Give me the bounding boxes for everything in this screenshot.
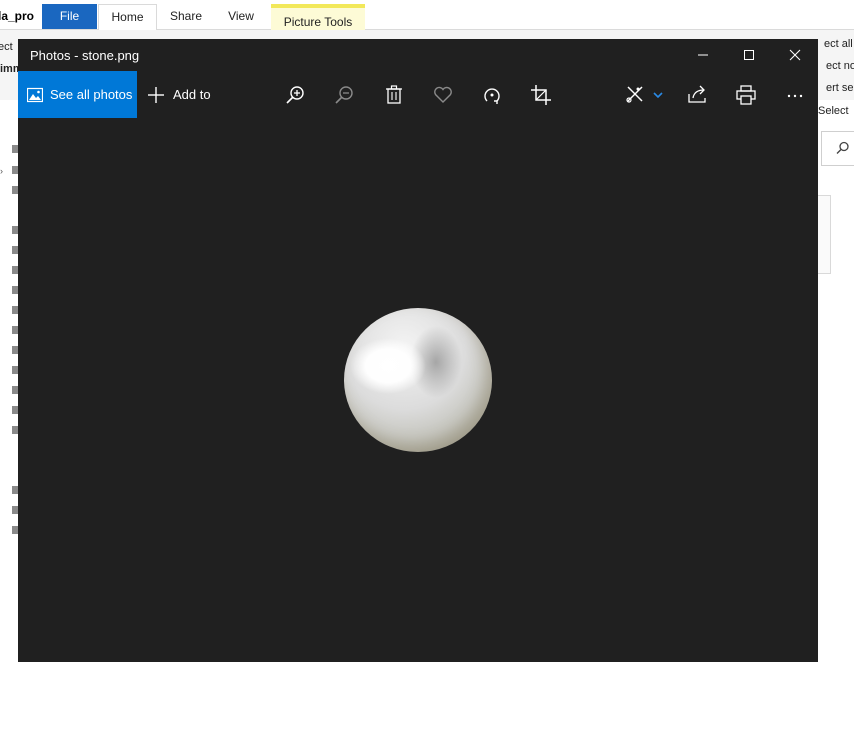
ribbon-tab-bar: la_pro File Home Share View Picture Tool… (0, 0, 854, 33)
nav-item[interactable] (0, 226, 20, 236)
edit-icon (626, 86, 663, 103)
tab-view[interactable]: View (216, 4, 266, 29)
share-icon (688, 85, 706, 103)
zoom-out-button[interactable] (333, 83, 357, 107)
nav-item[interactable] (0, 286, 20, 296)
tab-share[interactable]: Share (160, 4, 212, 29)
nav-item[interactable]: › (0, 166, 20, 176)
plus-icon (148, 87, 164, 103)
tab-file[interactable]: File (42, 4, 97, 29)
maximize-icon (744, 50, 754, 60)
delete-icon (386, 85, 402, 104)
image-canvas[interactable] (18, 118, 818, 734)
ribbon-left-fragment: ect (0, 41, 13, 53)
favorite-icon (434, 86, 452, 103)
nav-item[interactable] (0, 366, 20, 376)
nav-item[interactable] (0, 506, 20, 516)
window-title: Photos - stone.png (30, 48, 140, 63)
see-all-photos-label: See all photos (50, 87, 133, 102)
close-button[interactable] (772, 39, 818, 71)
nav-item[interactable] (0, 246, 20, 256)
nav-item[interactable] (0, 386, 20, 396)
minimize-icon (698, 54, 708, 56)
edit-create-button[interactable] (624, 83, 664, 107)
zoom-out-icon (335, 86, 353, 104)
more-icon (787, 94, 803, 98)
select-group-label: Select (818, 105, 849, 117)
details-pane-edge (816, 195, 831, 274)
minimize-button[interactable] (680, 39, 726, 71)
share-button[interactable] (685, 83, 709, 107)
nav-item[interactable] (0, 486, 20, 496)
search-icon (836, 141, 849, 154)
zoom-in-button[interactable] (284, 83, 308, 107)
crop-icon (531, 85, 551, 105)
invert-selection-button[interactable]: ert selec (826, 82, 854, 94)
nav-item[interactable] (0, 266, 20, 276)
zoom-in-icon (286, 86, 304, 104)
expand-fullscreen-icon[interactable] (782, 714, 804, 736)
crop-button[interactable] (529, 83, 553, 107)
add-to-label: Add to (173, 87, 211, 102)
nav-item[interactable] (0, 426, 20, 436)
explorer-title: la_pro (0, 9, 35, 23)
photos-titlebar: Photos - stone.png (18, 39, 818, 71)
navigation-pane: › (0, 100, 20, 662)
search-box[interactable] (821, 131, 854, 166)
nav-item[interactable] (0, 346, 20, 356)
favorite-button[interactable] (431, 83, 455, 107)
tab-picture-tools[interactable]: Picture Tools (271, 4, 365, 33)
more-options-button[interactable] (783, 83, 807, 107)
nav-item[interactable] (0, 526, 20, 536)
nav-item[interactable] (0, 145, 20, 155)
delete-button[interactable] (382, 83, 406, 107)
nav-item[interactable] (0, 306, 20, 316)
close-icon (789, 49, 801, 61)
maximize-button[interactable] (726, 39, 772, 71)
tab-home[interactable]: Home (98, 4, 157, 30)
print-icon (736, 85, 756, 105)
select-none-button[interactable]: ect non (826, 60, 854, 72)
nav-item[interactable] (0, 406, 20, 416)
see-all-photos-button[interactable]: See all photos (18, 71, 137, 118)
photo-gallery-icon (27, 87, 43, 103)
pearl-image (344, 308, 492, 452)
select-all-button[interactable]: ect all (824, 38, 853, 50)
photos-toolbar: See all photos Add to (18, 71, 818, 118)
nav-item[interactable] (0, 326, 20, 336)
rotate-icon (484, 88, 500, 104)
nav-item[interactable] (0, 186, 20, 196)
rotate-button[interactable] (480, 83, 504, 107)
photos-window: Photos - stone.png See all photos Add to (18, 39, 818, 734)
print-button[interactable] (734, 83, 758, 107)
